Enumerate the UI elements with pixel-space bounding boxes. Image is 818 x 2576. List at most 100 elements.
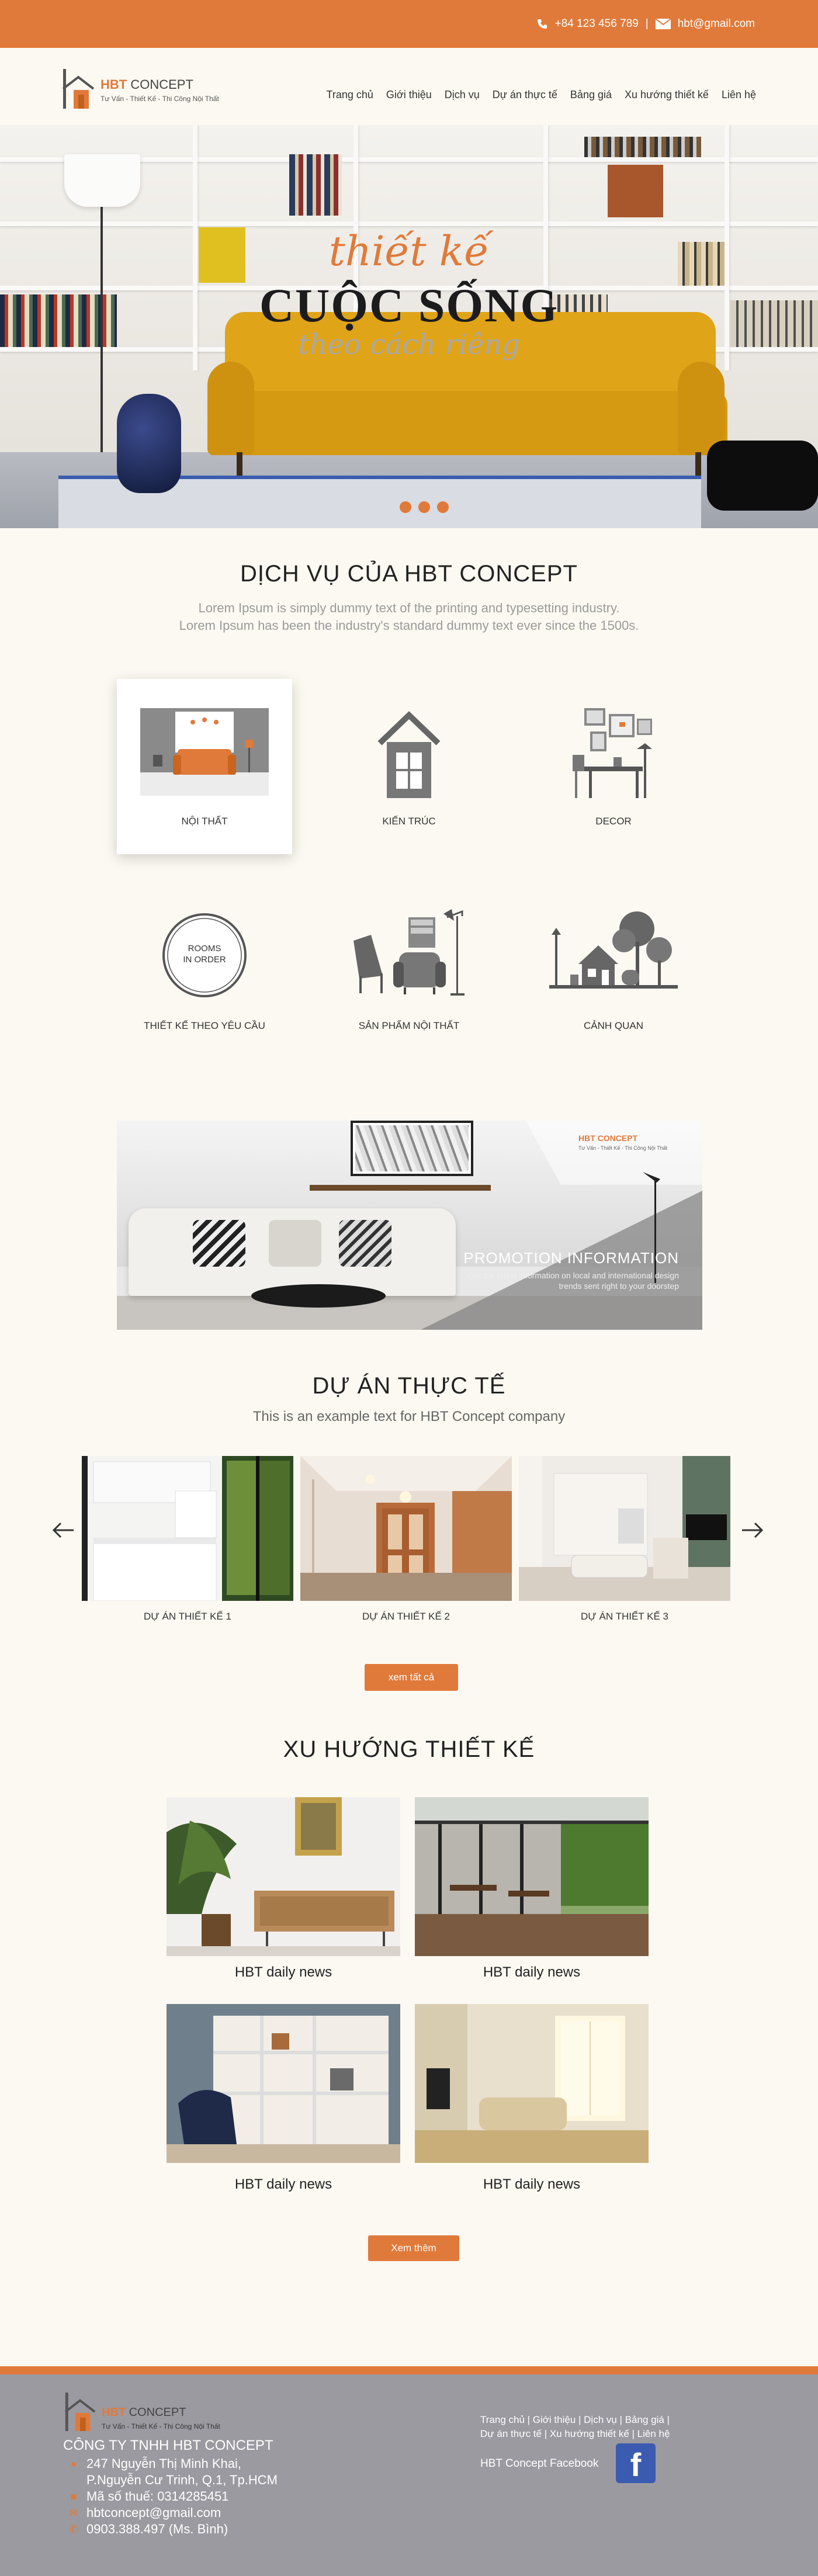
promotion-banner[interactable]: HBT CONCEPT Tư Vấn - Thiết Kế - Thi Công… xyxy=(117,1121,702,1330)
furniture-chairs-icon xyxy=(353,909,465,996)
site-footer: HBT CONCEPT Tư Vấn - Thiết Kế - Thi Công… xyxy=(0,2374,818,2576)
decor-frames-icon xyxy=(573,708,652,798)
logo-brand: HBT CONCEPT xyxy=(100,77,193,92)
view-more-trends-button[interactable]: Xem thêm xyxy=(368,2235,459,2261)
facebook-icon[interactable]: f xyxy=(616,2443,656,2483)
slider-dot[interactable] xyxy=(437,501,449,513)
sofa-arm xyxy=(207,362,254,455)
service-label: SẢN PHẨM NỘI THẤT xyxy=(358,1020,460,1031)
footer-phone-text[interactable]: 0903.388.497 (Ms. Bình) xyxy=(86,2522,228,2537)
service-card-architecture[interactable]: KIẾN TRÚC xyxy=(321,679,497,854)
footer-logo-tagline: Tư Vấn - Thiết Kế - Thi Công Nội Thất xyxy=(102,2422,220,2431)
project-label-2[interactable]: DỰ ÁN THIẾT KẾ 2 xyxy=(300,1611,512,1622)
contact-info: +84 123 456 789 | hbt@gmail.com xyxy=(536,18,755,30)
nav-home[interactable]: Trang chủ xyxy=(327,89,373,101)
shelf xyxy=(0,221,818,226)
nav-pricing[interactable]: Bảng giá xyxy=(570,89,612,101)
trend-label-2[interactable]: HBT daily news xyxy=(415,1964,649,1981)
nav-projects[interactable]: Dự án thực tế xyxy=(493,89,557,101)
nav-contact[interactable]: Liên hệ xyxy=(722,89,756,101)
arrow-right-icon[interactable] xyxy=(741,1521,764,1539)
rooms-badge-line2: IN ORDER xyxy=(183,955,226,965)
project-image-3[interactable] xyxy=(519,1456,730,1601)
location-pin-icon: ● xyxy=(70,2457,77,2470)
kitchen-photo xyxy=(82,1456,293,1601)
site-header: HBT CONCEPT Tư Vấn - Thiết Kế - Thi Công… xyxy=(0,48,818,125)
living-room-photo xyxy=(519,1456,730,1601)
site-logo[interactable]: HBT CONCEPT Tư Vấn - Thiết Kế - Thi Công… xyxy=(61,57,248,116)
footer-company-name: CÔNG TY TNHH HBT CONCEPT xyxy=(63,2438,273,2453)
arrow-left-icon[interactable] xyxy=(51,1521,75,1539)
service-card-landscape[interactable]: CẢNH QUAN xyxy=(526,882,701,1058)
trend-image-2[interactable] xyxy=(415,1797,649,1956)
service-card-custom-design[interactable]: ROOMS IN ORDER THIẾT KẾ THEO YÊU CẦU xyxy=(117,882,292,1058)
footer-accent-line xyxy=(0,2366,818,2374)
landscape-house-tree-icon xyxy=(549,911,678,989)
slider-dot[interactable] xyxy=(418,501,430,513)
logo-brand-hbt: HBT xyxy=(100,77,127,92)
service-card-decor[interactable]: DECOR xyxy=(526,679,701,854)
service-label: NỘI THẤT xyxy=(181,816,228,827)
logo-tagline: Tư Vấn - Thiết Kế - Thi Công Nội Thất xyxy=(100,95,219,103)
bright-living-room-photo xyxy=(415,2004,649,2163)
hero-sub-text: theo cách riêng xyxy=(298,328,520,361)
project-label-1[interactable]: DỰ ÁN THIẾT KẾ 1 xyxy=(82,1611,293,1622)
sofa-arm xyxy=(678,362,725,455)
footer-email: ✉ hbtconcept@gmail.com xyxy=(68,2505,221,2520)
footer-email-text[interactable]: hbtconcept@gmail.com xyxy=(86,2505,221,2520)
mail-icon: ✉ xyxy=(69,2506,78,2519)
services-title: DỊCH VỤ CỦA HBT CONCEPT xyxy=(240,561,578,587)
trends-title: XU HƯỚNG THIẾT KẾ xyxy=(283,1736,535,1762)
project-label-3[interactable]: DỰ ÁN THIẾT KẾ 3 xyxy=(519,1611,730,1622)
service-card-interior[interactable]: NỘI THẤT xyxy=(117,679,292,854)
projects-title: DỰ ÁN THỰC TẾ xyxy=(312,1373,506,1399)
sofa-seat xyxy=(213,391,727,455)
nav-trends[interactable]: Xu hướng thiết kế xyxy=(625,89,709,101)
logo-house-icon xyxy=(64,2393,96,2431)
services-desc-line2: Lorem Ipsum has been the industry's stan… xyxy=(179,618,639,633)
promo-overlay xyxy=(421,1121,702,1330)
footer-phone: ✆ 0903.388.497 (Ms. Bình) xyxy=(68,2522,228,2537)
facebook-label[interactable]: HBT Concept Facebook xyxy=(480,2457,598,2470)
rooms-badge-line1: ROOMS xyxy=(188,944,221,954)
logo-house-icon xyxy=(62,69,95,109)
project-image-2[interactable] xyxy=(300,1456,512,1601)
phone-number[interactable]: +84 123 456 789 xyxy=(555,18,639,30)
book-display xyxy=(608,165,663,217)
document-icon: ■ xyxy=(70,2490,77,2502)
footer-address-1: ● 247 Nguyễn Thị Minh Khai, xyxy=(68,2456,241,2471)
project-image-1[interactable] xyxy=(82,1456,293,1601)
service-card-furniture[interactable]: SẢN PHẨM NỘI THẤT xyxy=(321,882,497,1058)
main-nav: Trang chủ Giới thiệu Dịch vụ Dự án thực … xyxy=(327,89,757,101)
shelf-armchair-photo xyxy=(167,2004,400,2163)
trend-image-4[interactable] xyxy=(415,2004,649,2163)
footer-links-line-1[interactable]: Trang chủ | Giới thiệu | Dịch vụ | Bảng … xyxy=(480,2413,702,2427)
service-label: CẢNH QUAN xyxy=(583,1020,643,1031)
footer-links[interactable]: Trang chủ | Giới thiệu | Dịch vụ | Bảng … xyxy=(480,2413,702,2441)
floor-lamp-shade xyxy=(64,154,140,207)
mail-icon xyxy=(655,19,671,29)
hero-main-text: CUỘC SỐNG xyxy=(259,279,559,332)
promo-title: PROMOTION INFORMATION xyxy=(463,1249,679,1267)
side-table xyxy=(707,441,818,511)
trend-image-1[interactable] xyxy=(167,1797,400,1956)
slider-dot[interactable] xyxy=(400,501,411,513)
trend-image-3[interactable] xyxy=(167,2004,400,2163)
logo-brand-concept: CONCEPT xyxy=(130,77,193,92)
wooden-room-photo xyxy=(300,1456,512,1601)
books xyxy=(584,137,701,157)
view-all-projects-button[interactable]: xem tất cả xyxy=(365,1664,458,1691)
trend-label-3[interactable]: HBT daily news xyxy=(167,2176,400,2193)
email-address[interactable]: hbt@gmail.com xyxy=(678,18,755,30)
phone-icon xyxy=(537,19,547,29)
footer-links-line-2[interactable]: Dự án thực tế | Xu hướng thiết kế | Liên… xyxy=(480,2427,702,2441)
trend-label-4[interactable]: HBT daily news xyxy=(415,2176,649,2193)
nav-about[interactable]: Giới thiệu xyxy=(386,89,432,101)
trend-label-1[interactable]: HBT daily news xyxy=(167,1964,400,1981)
service-label: DECOR xyxy=(595,816,632,827)
floor-vase xyxy=(117,394,181,493)
nav-services[interactable]: Dịch vụ xyxy=(445,89,480,101)
footer-address-2: P.Nguyễn Cư Trinh, Q.1, Tp.HCM xyxy=(68,2473,278,2488)
footer-logo-hbt: HBT xyxy=(102,2406,126,2419)
services-desc-line1: Lorem Ipsum is simply dummy text of the … xyxy=(198,601,620,615)
